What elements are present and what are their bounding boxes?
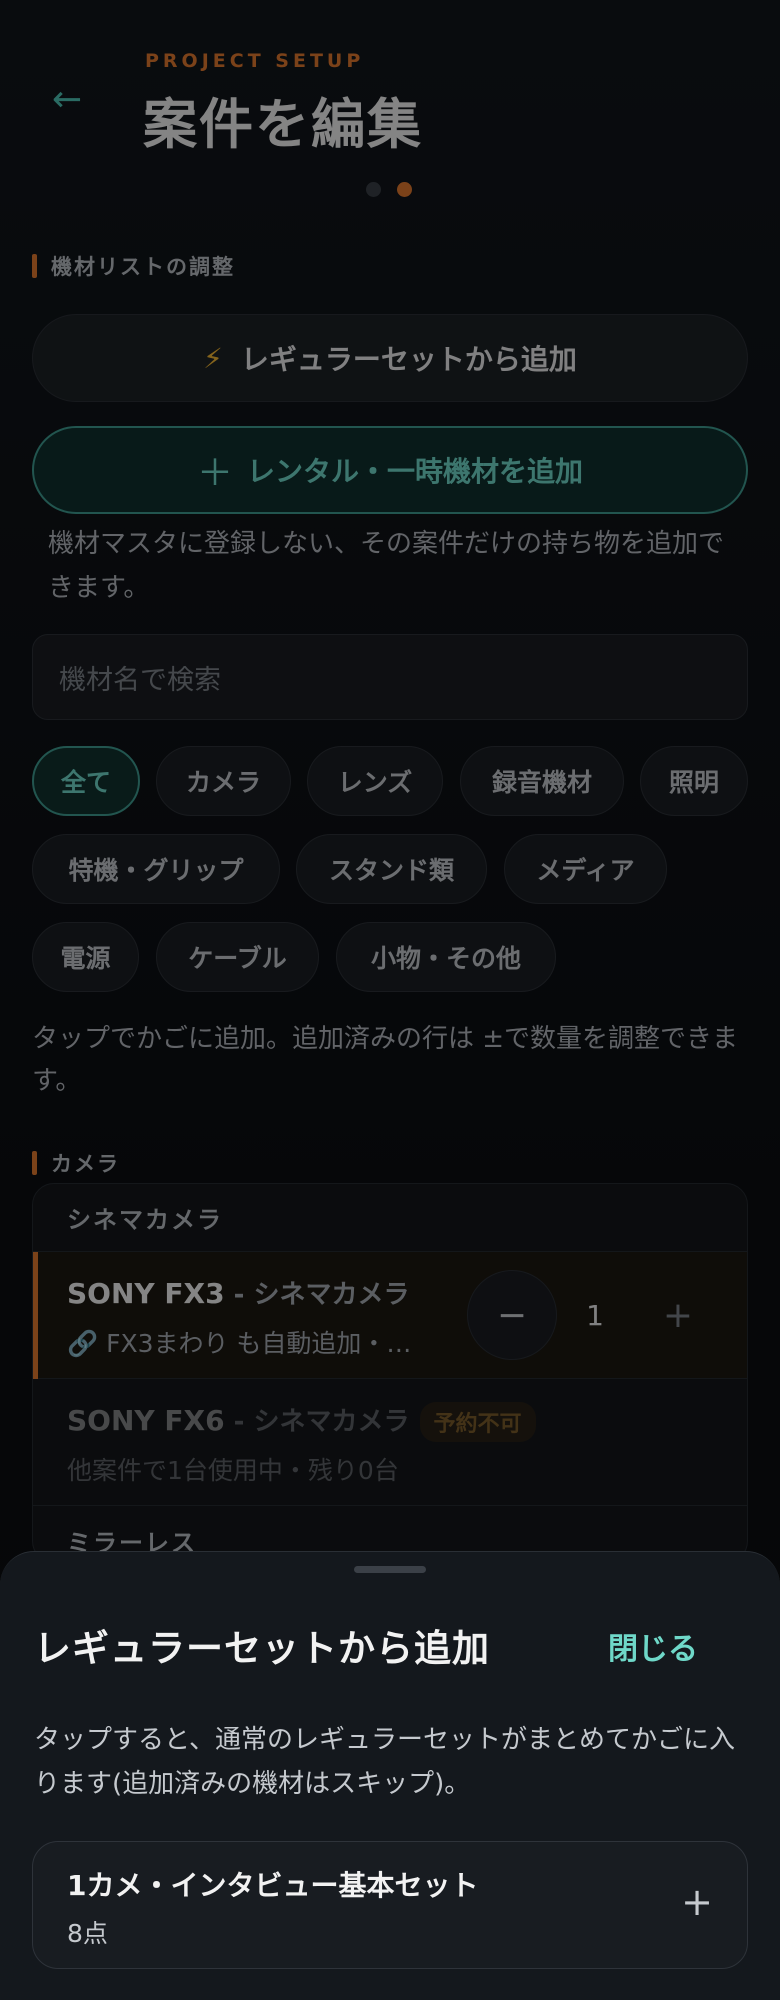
regular-set-count: 8点 xyxy=(67,1919,108,1948)
sheet-description: タップすると、通常のレギュラーセットがまとめてかごに入ります(追加済みの機材はス… xyxy=(34,1725,735,1799)
equipment-category: - シネマカメラ xyxy=(224,1407,410,1437)
section-label-equipment: 機材リストの調整 xyxy=(32,251,235,281)
filter-chip-misc[interactable]: 小物・その他 xyxy=(336,922,556,992)
filter-chip-cables[interactable]: ケーブル xyxy=(156,922,319,992)
sheet-drag-handle[interactable] xyxy=(354,1566,426,1573)
equipment-model: SONY FX6 xyxy=(67,1404,225,1437)
section-accent-bar xyxy=(32,1151,37,1175)
filter-chip-stands[interactable]: スタンド類 xyxy=(296,834,487,904)
filter-chip-lens[interactable]: レンズ xyxy=(307,746,443,816)
section-label-camera: カメラ xyxy=(32,1148,120,1178)
regular-set-name: 1カメ・インタビュー基本セット xyxy=(67,1869,479,1902)
section-label-text: 機材リストの調整 xyxy=(51,255,235,279)
equipment-search-input[interactable]: 機材名で検索 xyxy=(32,634,748,720)
step-dot-2-active xyxy=(397,182,412,197)
section-accent-bar xyxy=(32,254,37,278)
filter-chip-media[interactable]: メディア xyxy=(504,834,667,904)
equipment-row-sony-fx3[interactable]: SONY FX3 - シネマカメラ 🔗 FX3まわり も自動追加・… − 1 + xyxy=(33,1252,747,1379)
equipment-category: - シネマカメラ xyxy=(224,1280,410,1310)
add-rental-equipment-label: レンタル・一時機材を追加 xyxy=(247,455,584,488)
filter-chip-grip[interactable]: 特機・グリップ xyxy=(32,834,280,904)
equipment-list: シネマカメラ SONY FX3 - シネマカメラ 🔗 FX3まわり も自動追加・… xyxy=(32,1183,748,1563)
lightning-icon: ⚡ xyxy=(203,341,223,375)
filter-chip-camera[interactable]: カメラ xyxy=(156,746,291,816)
equipment-model: SONY FX3 xyxy=(67,1277,225,1310)
sheet-title: レギュラーセットから追加 xyxy=(34,1627,490,1670)
availability-note: 他案件で1台使用中・残り0台 xyxy=(67,1456,399,1485)
page-eyebrow: PROJECT SETUP xyxy=(145,50,365,72)
add-rental-equipment-button[interactable]: ＋ レンタル・一時機材を追加 xyxy=(32,426,748,514)
unavailable-badge: 予約不可 xyxy=(419,1402,536,1442)
decrement-button[interactable]: − xyxy=(467,1270,557,1360)
regular-set-card[interactable]: 1カメ・インタビュー基本セット 8点 + xyxy=(32,1841,748,1969)
rental-helper-text: 機材マスタに登録しない、その案件だけの持ち物を追加できます。 xyxy=(48,529,725,603)
equipment-row-sony-fx6: SONY FX6 - シネマカメラ 予約不可 他案件で1台使用中・残り0台 xyxy=(33,1379,747,1506)
quantity-value: 1 xyxy=(586,1298,604,1332)
add-set-plus-icon[interactable]: + xyxy=(681,1880,713,1924)
group-header-cinema-camera: シネマカメラ xyxy=(33,1184,747,1252)
plus-icon: ＋ xyxy=(196,453,233,494)
section-label-text: カメラ xyxy=(51,1152,120,1176)
filter-chip-lighting[interactable]: 照明 xyxy=(640,746,748,816)
add-from-regular-set-label: レギュラーセットから追加 xyxy=(240,343,577,376)
filter-chip-all[interactable]: 全て xyxy=(32,746,140,816)
quantity-stepper: − 1 + xyxy=(467,1270,723,1360)
increment-button[interactable]: + xyxy=(633,1270,723,1360)
tap-instruction-text: タップでかごに追加。追加済みの行は ±で数量を調整できます。 xyxy=(32,1024,739,1096)
step-dot-1 xyxy=(366,182,381,197)
filter-chip-power[interactable]: 電源 xyxy=(32,922,139,992)
auto-add-note: 🔗 FX3まわり も自動追加・… xyxy=(67,1329,412,1358)
equipment-name: SONY FX6 - シネマカメラ 予約不可 xyxy=(67,1401,536,1442)
add-from-regular-set-button[interactable]: ⚡ レギュラーセットから追加 xyxy=(32,314,748,402)
page-title: 案件を編集 xyxy=(143,93,423,156)
sheet-close-button[interactable]: 閉じる xyxy=(608,1624,698,1668)
regular-set-sheet: レギュラーセットから追加 閉じる タップすると、通常のレギュラーセットがまとめて… xyxy=(0,1551,780,2000)
back-arrow-icon[interactable]: ← xyxy=(52,78,96,122)
step-indicator xyxy=(366,182,412,197)
selected-accent-bar xyxy=(33,1252,38,1379)
filter-chip-audio[interactable]: 録音機材 xyxy=(460,746,624,816)
equipment-name: SONY FX3 - シネマカメラ xyxy=(67,1274,410,1311)
